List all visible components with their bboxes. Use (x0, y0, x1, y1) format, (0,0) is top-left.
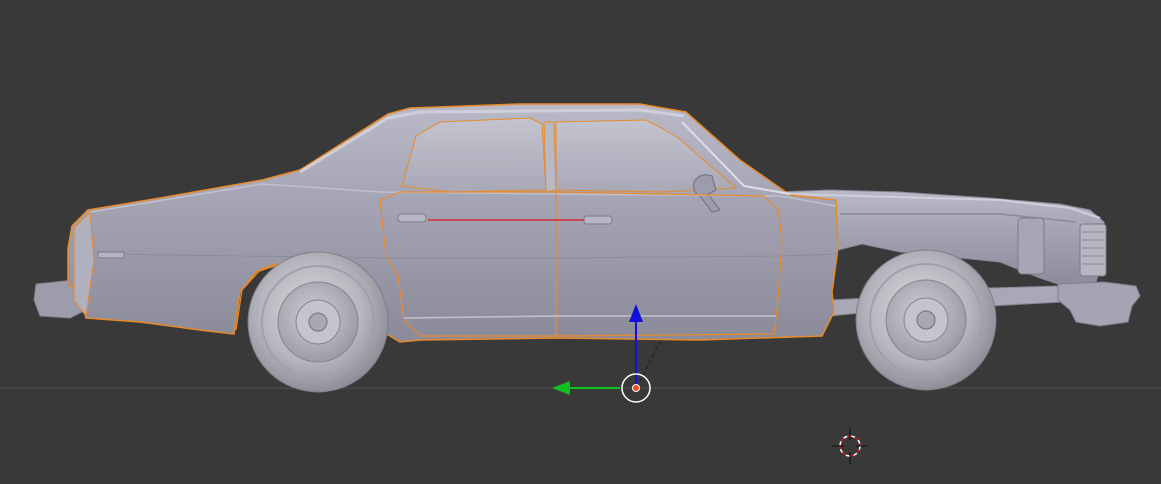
front-door-handle (583, 215, 613, 225)
3d-viewport[interactable] (0, 0, 1161, 484)
front-wheel[interactable] (855, 249, 997, 391)
object-origin-pivot (632, 384, 640, 392)
front-bumper (1057, 281, 1141, 327)
b-pillar (543, 121, 557, 193)
rear-door-handle (397, 213, 427, 223)
y-axis-arrow-icon[interactable] (552, 381, 570, 395)
rear-wheel[interactable] (247, 251, 389, 393)
front-marker-light (1017, 217, 1045, 275)
car-model[interactable] (33, 103, 1141, 393)
rear-side-marker (97, 251, 125, 259)
crosshair-3d-cursor-icon[interactable] (832, 428, 868, 464)
viewport-canvas[interactable] (0, 0, 1161, 484)
